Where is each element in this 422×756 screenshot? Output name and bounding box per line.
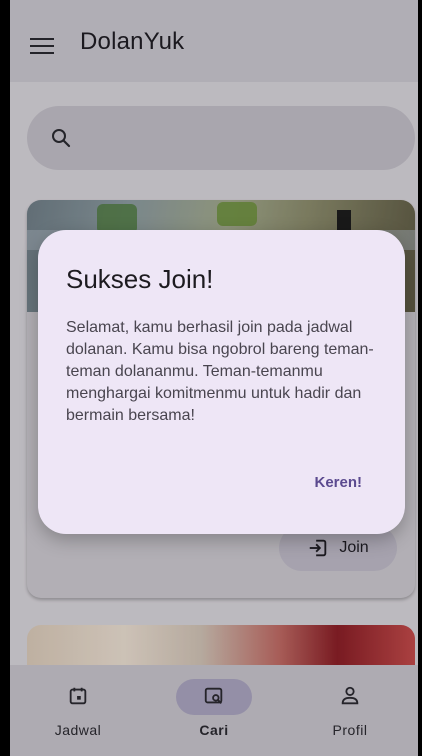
dialog-title: Sukses Join! — [66, 264, 214, 294]
keren-button[interactable]: Keren! — [314, 474, 362, 491]
success-dialog: Sukses Join! Selamat, kamu berhasil join… — [38, 230, 405, 534]
app-screen: DolanYuk Join Jadwal Cari Profil Sukses … — [10, 0, 418, 756]
dialog-message: Selamat, kamu berhasil join pada jadwal … — [66, 319, 374, 424]
